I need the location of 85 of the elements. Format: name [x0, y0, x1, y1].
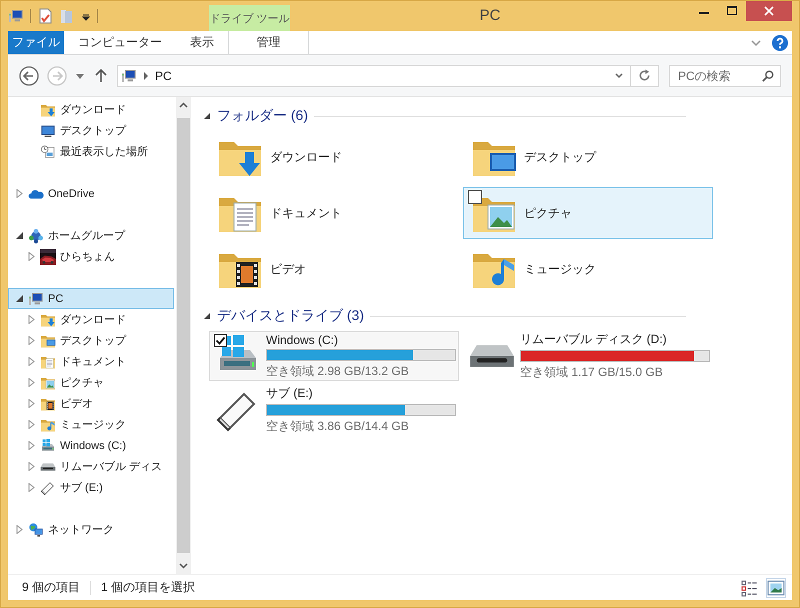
back-button[interactable]: [19, 66, 39, 86]
folder-item[interactable]: ピクチャ: [463, 187, 713, 239]
close-button[interactable]: [746, 1, 792, 21]
address-bar[interactable]: PC: [117, 64, 631, 86]
free-space-text: 空き領域 1.17 GB/15.0 GB: [520, 364, 664, 381]
folder-item[interactable]: ダウンロード: [209, 131, 459, 183]
tree-arrow-icon[interactable]: [15, 231, 24, 240]
nav-item[interactable]: ひらちょん: [8, 246, 174, 267]
drive-item[interactable]: リムーバブル ディスク (D:) 空き領域 1.17 GB/15.0 GB: [463, 331, 713, 381]
properties-icon[interactable]: [37, 8, 53, 24]
section-header[interactable]: フォルダー (6): [217, 107, 308, 125]
nav-item[interactable]: 最近表示した場所: [8, 141, 174, 162]
drive-item[interactable]: Windows (C:) 空き領域 2.98 GB/13.2 GB: [209, 331, 459, 381]
folder-name: ビデオ: [270, 260, 306, 278]
folder-name: デスクトップ: [524, 148, 596, 166]
context-tab-group-label: ドライブ ツール: [209, 5, 290, 31]
ribbon-tab[interactable]: 管理: [228, 31, 309, 54]
folder-item[interactable]: ドキュメント: [209, 187, 459, 239]
nav-item[interactable]: ダウンロード: [8, 309, 174, 330]
free-space-text: 空き領域 2.98 GB/13.2 GB: [266, 362, 410, 380]
drive-name: サブ (E:): [266, 385, 314, 402]
nav-item[interactable]: PC: [8, 288, 174, 309]
section-arrow-icon[interactable]: [203, 112, 211, 120]
nav-item[interactable]: ドキュメント: [8, 351, 174, 372]
breadcrumb-arrow-icon[interactable]: [143, 72, 149, 80]
ribbon-tab[interactable]: 表示: [176, 31, 228, 54]
drive-name: Windows (C:): [266, 332, 340, 346]
folder-item[interactable]: ミュージック: [463, 243, 713, 295]
up-arrow-icon[interactable]: [95, 68, 107, 82]
nav-item[interactable]: デスクトップ: [8, 330, 174, 351]
network-icon: [28, 522, 44, 538]
window-title: PC: [478, 6, 502, 26]
details-view-icon[interactable]: [740, 578, 760, 598]
folder-name: ダウンロード: [270, 148, 342, 166]
nav-item[interactable]: ネットワーク: [8, 519, 174, 540]
disk-drive-icon: [468, 344, 516, 368]
folder-item[interactable]: ビデオ: [209, 243, 459, 295]
folder-item[interactable]: デスクトップ: [463, 131, 713, 183]
help-icon[interactable]: [772, 34, 788, 50]
breadcrumb[interactable]: PC: [155, 68, 172, 82]
refresh-button[interactable]: [631, 64, 659, 86]
large-icons-view-icon[interactable]: [766, 578, 786, 598]
usb-stick-icon: [40, 480, 56, 496]
search-box[interactable]: PCの検索: [669, 64, 781, 86]
nav-item[interactable]: サブ (E:): [8, 477, 174, 498]
homegroup-icon: [28, 228, 44, 244]
nav-item[interactable]: デスクトップ: [8, 120, 174, 141]
computer-icon[interactable]: [8, 8, 24, 24]
tree-arrow-icon[interactable]: [15, 294, 24, 303]
search-icon[interactable]: [762, 68, 774, 82]
hard-drive-icon: [40, 438, 56, 454]
scrollbar-thumb[interactable]: [177, 118, 190, 553]
nav-item[interactable]: OneDrive: [8, 183, 174, 204]
checkbox[interactable]: [468, 190, 482, 204]
recent-places-icon: [40, 144, 56, 160]
section-header[interactable]: デバイスとドライブ (3): [217, 307, 364, 325]
refresh-icon: [638, 69, 651, 82]
folder-name: ピクチャ: [524, 204, 572, 222]
scrollbar[interactable]: [176, 97, 191, 574]
close-icon: [764, 6, 774, 16]
nav-item[interactable]: ホームグループ: [8, 225, 174, 246]
search-field[interactable]: PCの検索: [670, 68, 762, 82]
nav-item[interactable]: ダウンロード: [8, 99, 174, 120]
file-tab[interactable]: ファイル: [8, 31, 64, 54]
nav-item[interactable]: リムーバブル ディス: [8, 456, 174, 477]
section-arrow-icon[interactable]: [203, 312, 211, 320]
ribbon-tab[interactable]: コンピューター: [64, 31, 176, 54]
drive-name: リムーバブル ディスク (D:): [520, 331, 668, 348]
dropdown-chevron-icon[interactable]: [614, 70, 624, 80]
drive-item[interactable]: サブ (E:) 空き領域 3.86 GB/14.4 GB: [209, 385, 459, 435]
maximize-icon: [727, 6, 737, 16]
selection-count: 1 個の項目を選択: [101, 579, 196, 596]
folder-name: ミュージック: [524, 260, 596, 278]
computer-icon: [121, 68, 137, 84]
nav-item[interactable]: Windows (C:): [8, 435, 174, 456]
nav-item[interactable]: ビデオ: [8, 393, 174, 414]
computer-icon: [28, 290, 44, 306]
item-count: 9 個の項目: [22, 579, 80, 596]
folder-name: ドキュメント: [270, 204, 342, 222]
nav-item[interactable]: ミュージック: [8, 414, 174, 435]
checkbox[interactable]: [214, 334, 227, 347]
monitor-icon: [40, 122, 56, 138]
free-space-text: 空き領域 3.86 GB/14.4 GB: [266, 418, 410, 435]
nav-item[interactable]: ピクチャ: [8, 372, 174, 393]
disk-drive-icon: [40, 462, 56, 470]
